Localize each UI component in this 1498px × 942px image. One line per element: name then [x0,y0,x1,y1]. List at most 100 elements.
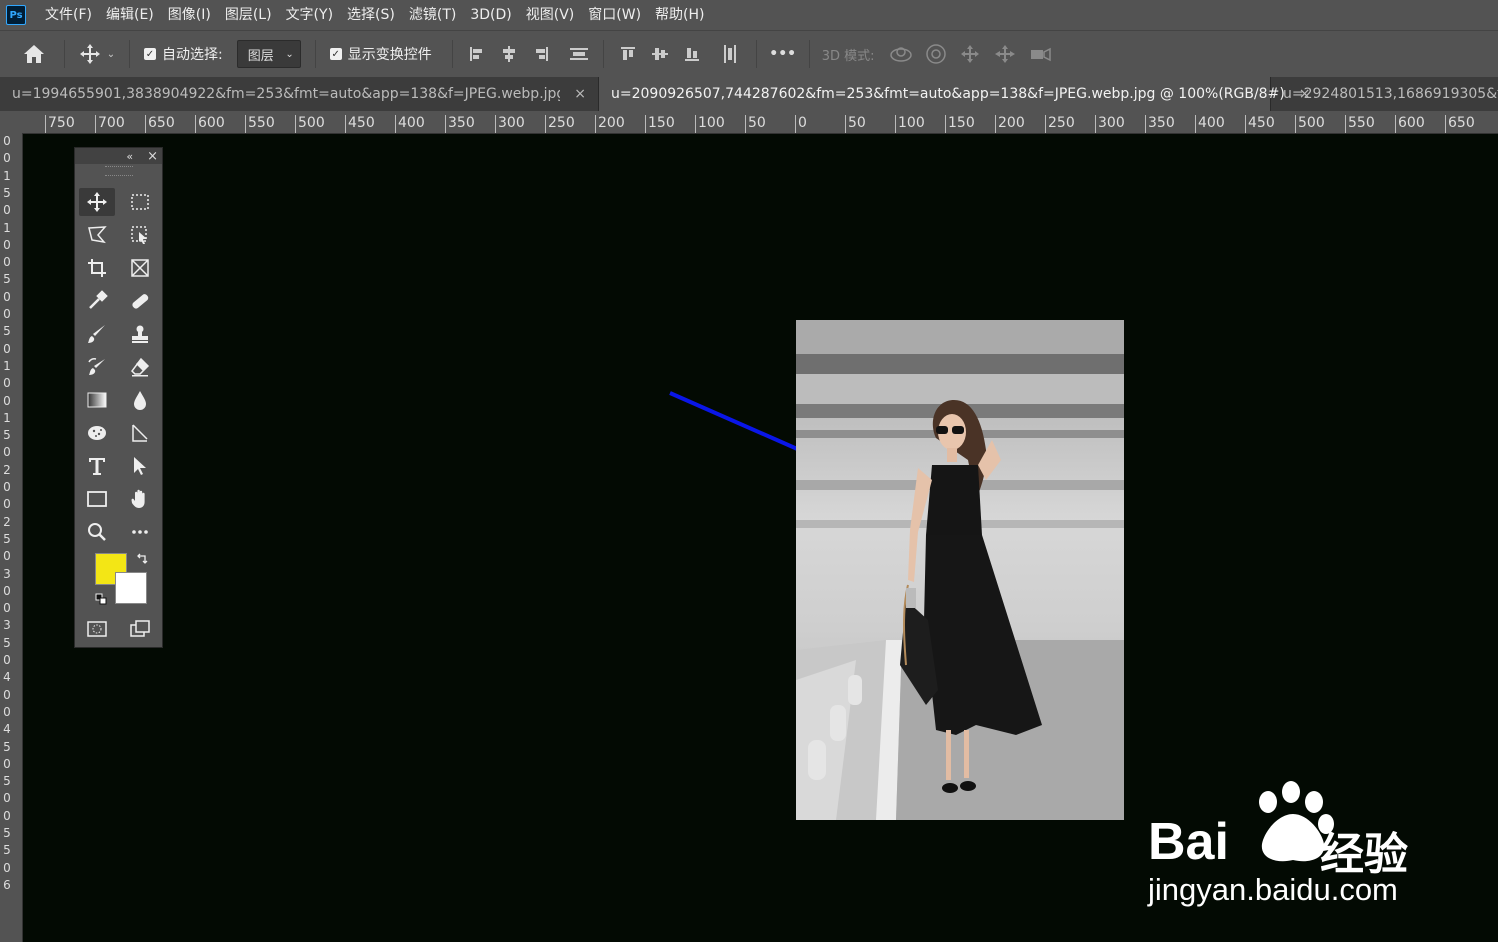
align-top-button[interactable] [612,39,644,69]
stamp-icon [132,325,148,343]
menu-item[interactable]: 3D(D) [463,0,518,30]
menu-item[interactable]: 窗口(W) [581,0,648,30]
show-transform-toggle[interactable]: ✓ 显示变换控件 [329,44,432,64]
move-tool[interactable] [79,188,115,216]
vruler-label: 1 [3,358,11,373]
ruler-label: 500 [1298,115,1325,131]
water-drop-icon [134,391,146,410]
direct-selection-tool[interactable] [122,452,158,480]
3d-pan-icon[interactable] [959,43,981,65]
more-options-button[interactable]: ••• [765,46,801,62]
menu-item[interactable]: 文件(F) [38,0,99,30]
menu-item[interactable]: 文字(Y) [279,0,340,30]
ruler-tick [995,115,996,133]
vruler-label: 5 [3,635,11,650]
close-icon[interactable]: × [574,86,586,102]
quick-mask-button[interactable] [79,615,115,643]
marquee-tool[interactable] [122,188,158,216]
ruler-tick [95,115,96,133]
ruler-tick [745,115,746,133]
object-selection-tool[interactable] [122,221,158,249]
healing-brush-tool[interactable] [122,287,158,315]
distribute-horizontal-button[interactable] [714,39,746,69]
vruler-label: 2 [3,462,11,477]
tab-document-2[interactable]: u=2090926507,744287602&fm=253&fmt=auto&a… [599,77,1311,111]
align-bottom-button[interactable] [676,39,708,69]
history-brush-icon [88,358,105,375]
frame-tool[interactable] [122,254,158,282]
ruler-label: 200 [998,115,1025,131]
auto-select-toggle[interactable]: ✓ 自动选择: [144,44,223,64]
pen-tool[interactable] [122,419,158,447]
3d-slide-icon[interactable] [993,43,1017,65]
ruler-label: 100 [898,115,925,131]
menu-item[interactable]: 图层(L) [218,0,279,30]
background-color-swatch[interactable] [115,572,147,604]
distribute-vertical-button[interactable] [563,39,595,69]
3d-rotate-icon[interactable] [889,43,913,65]
history-brush-tool[interactable] [79,353,115,381]
align-right-button[interactable] [525,39,557,69]
ruler-tick [545,115,546,133]
home-button[interactable] [12,43,56,65]
menu-item[interactable]: 帮助(H) [648,0,711,30]
brush-tool[interactable] [79,320,115,348]
tab-document-1[interactable]: u=1994655901,3838904922&fm=253&fmt=auto&… [0,77,599,111]
ruler-tick [1145,115,1146,133]
align-left-icon [469,47,482,61]
vruler-label: 5 [3,185,11,200]
move-icon [79,44,100,64]
clone-stamp-tool[interactable] [122,320,158,348]
tab-document-3[interactable]: u=2924801513,1686919305&fm [1271,77,1498,111]
vruler-label: 0 [3,393,11,408]
menu-item[interactable]: 视图(V) [519,0,582,30]
swap-colors-icon[interactable] [135,552,149,566]
blur-tool[interactable] [122,386,158,414]
crop-tool[interactable] [79,254,115,282]
align-left-button[interactable] [461,39,493,69]
ruler-tick [295,115,296,133]
menu-item[interactable]: 图像(I) [161,0,218,30]
3d-roll-icon[interactable] [925,43,947,65]
rectangle-tool[interactable] [79,485,115,513]
align-vcenter-icon [651,48,668,60]
3d-camera-icon[interactable] [1029,43,1053,65]
ruler-corner [0,111,22,133]
eraser-tool[interactable] [122,353,158,381]
bandage-icon [132,294,149,309]
default-colors-icon[interactable] [95,593,107,605]
edit-toolbar-button[interactable] [122,518,158,546]
move-tool-preset[interactable]: ⌄ [73,43,121,65]
eyedropper-tool[interactable] [79,287,115,315]
gradient-tool[interactable] [79,386,115,414]
auto-select-dropdown[interactable]: 图层 ⌄ [236,40,301,68]
collapse-icon[interactable]: « [126,150,133,163]
ruler-label: 350 [448,115,475,131]
document-canvas-photo[interactable] [796,320,1124,820]
vruler-label: 5 [3,531,11,546]
close-icon[interactable]: × [147,149,158,164]
align-bottom-icon [684,48,699,61]
lasso-tool[interactable] [79,221,115,249]
ruler-label: 200 [598,115,625,131]
panel-grip[interactable] [104,166,133,176]
align-hcenter-button[interactable] [493,39,525,69]
vruler-label: 0 [3,341,11,356]
auto-select-checkbox[interactable]: ✓ [144,48,156,60]
align-vcenter-button[interactable] [644,39,676,69]
menu-item[interactable]: 滤镜(T) [402,0,463,30]
distribute-icon [569,48,588,60]
sponge-tool[interactable] [79,419,115,447]
hand-tool[interactable] [122,485,158,513]
type-tool[interactable] [79,452,115,480]
ruler-label: 100 [698,115,725,131]
path-selection-icon [132,424,148,442]
menu-item[interactable]: 编辑(E) [99,0,161,30]
ruler-label: 400 [1198,115,1225,131]
screen-mode-button[interactable] [122,615,158,643]
zoom-tool[interactable] [79,518,115,546]
tab-label: u=2924801513,1686919305&fm [1283,86,1498,102]
separator [602,40,604,68]
show-transform-checkbox[interactable]: ✓ [329,48,342,60]
menu-item[interactable]: 选择(S) [340,0,402,30]
